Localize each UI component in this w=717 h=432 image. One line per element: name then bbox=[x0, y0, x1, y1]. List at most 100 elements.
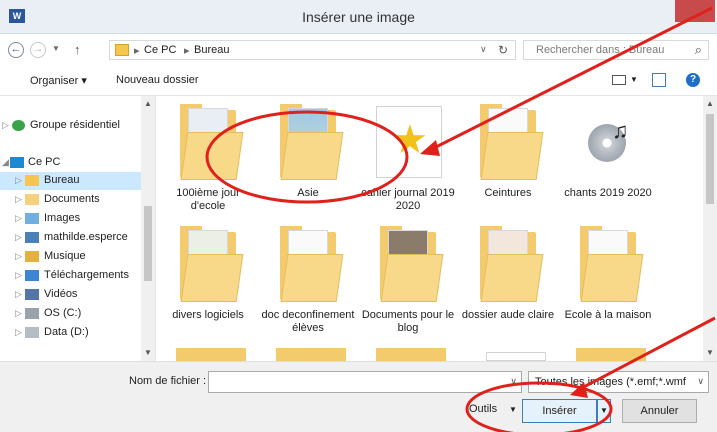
view-options-icon[interactable] bbox=[612, 75, 626, 85]
drive-d-icon bbox=[25, 327, 39, 338]
file-item[interactable]: divers logiciels bbox=[160, 218, 256, 338]
file-caption: dossier aude claire bbox=[461, 309, 555, 321]
folder-icon bbox=[474, 224, 544, 302]
sidebar-item-os-c[interactable]: ▷ OS (C:) bbox=[0, 305, 145, 323]
forward-button[interactable]: → bbox=[30, 42, 46, 58]
window-title: Insérer une image bbox=[302, 9, 415, 25]
filetype-select[interactable]: Toutes les images (*.emf;*.wmf ∨ bbox=[528, 371, 709, 393]
path-dropdown-icon[interactable]: ∨ bbox=[480, 44, 487, 55]
file-item[interactable]: Documents pour le blog bbox=[360, 218, 456, 338]
folder-icon bbox=[115, 44, 129, 56]
help-icon[interactable]: ? bbox=[686, 73, 700, 87]
search-icon: ⌕ bbox=[694, 42, 702, 57]
pictures-folder-icon bbox=[25, 213, 39, 224]
filetype-value: Toutes les images (*.emf;*.wmf bbox=[535, 376, 686, 388]
sidebar-item-mathilde[interactable]: ▷ mathilde.esperce bbox=[0, 229, 145, 247]
file-caption: doc deconfinement élèves bbox=[261, 309, 355, 334]
file-caption: cahier journal 2019 2020 bbox=[361, 187, 455, 212]
insert-dropdown-icon[interactable]: ▼ bbox=[597, 399, 611, 423]
new-folder-button[interactable]: Nouveau dossier bbox=[116, 74, 199, 86]
music-folder-icon bbox=[25, 251, 39, 262]
folder-icon bbox=[174, 102, 244, 180]
file-item[interactable]: ♫ chants 2019 2020 bbox=[560, 96, 656, 216]
folder-icon bbox=[374, 224, 444, 302]
file-caption: 100ième jour d'ecole bbox=[176, 187, 240, 212]
file-item[interactable]: doc deconfinement élèves bbox=[260, 218, 356, 338]
navigation-pane: ▷ Groupe résidentiel ◢ Ce PC ▷ Bureau ▷ … bbox=[0, 96, 156, 361]
expand-icon[interactable]: ▷ bbox=[15, 308, 22, 319]
filename-dropdown-icon[interactable]: ∨ bbox=[510, 376, 517, 387]
sidebar-item-data-d[interactable]: ▷ Data (D:) bbox=[0, 324, 145, 342]
computer-icon bbox=[10, 157, 24, 168]
expand-icon[interactable]: ▷ bbox=[15, 251, 22, 262]
sidebar-item-documents[interactable]: ▷ Documents bbox=[0, 191, 145, 209]
preview-pane-icon[interactable] bbox=[652, 73, 666, 87]
content-scrollbar[interactable]: ▲ ▼ bbox=[703, 96, 717, 361]
expand-icon[interactable]: ▷ bbox=[15, 175, 22, 186]
filetype-dropdown-icon[interactable]: ∨ bbox=[695, 376, 704, 387]
breadcrumb-bureau[interactable]: Bureau bbox=[194, 44, 229, 56]
path-box[interactable]: ▸ Ce PC ▸ Bureau ∨ ↻ bbox=[109, 40, 516, 60]
sidebar-item-groupe-residentiel[interactable]: ▷ Groupe résidentiel bbox=[0, 117, 145, 135]
expand-icon[interactable]: ▷ bbox=[15, 327, 22, 338]
folder-icon bbox=[274, 102, 344, 180]
file-caption: chants 2019 2020 bbox=[564, 187, 652, 199]
back-button[interactable]: ← bbox=[8, 42, 24, 58]
breadcrumb-ce-pc[interactable]: Ce PC bbox=[144, 44, 176, 56]
folder-icon bbox=[176, 348, 246, 361]
content-scroll-thumb[interactable] bbox=[706, 114, 714, 204]
sidebar-item-videos[interactable]: ▷ Vidéos bbox=[0, 286, 145, 304]
expand-icon[interactable]: ▷ bbox=[2, 120, 9, 131]
file-item[interactable]: Ecole à la maison bbox=[560, 218, 656, 338]
expand-icon[interactable]: ▷ bbox=[15, 289, 22, 300]
file-caption: divers logiciels bbox=[172, 309, 244, 321]
file-list: 100ième jour d'ecole Asie ★ cahier journ… bbox=[156, 96, 717, 361]
sidebar-item-musique[interactable]: ▷ Musique bbox=[0, 248, 145, 266]
view-dropdown-icon[interactable]: ▼ bbox=[630, 75, 638, 84]
file-item[interactable]: Asie bbox=[260, 96, 356, 216]
network-share-icon bbox=[25, 232, 39, 243]
tools-button[interactable]: Outils bbox=[469, 403, 497, 415]
up-button[interactable]: ↑ bbox=[74, 42, 81, 57]
file-item[interactable]: ★ cahier journal 2019 2020 bbox=[360, 96, 456, 216]
filename-label: Nom de fichier : bbox=[129, 375, 207, 387]
recent-locations-chevron-icon[interactable]: ▼ bbox=[52, 44, 60, 53]
file-caption: Ceintures bbox=[484, 187, 532, 199]
scroll-down-icon[interactable]: ▼ bbox=[706, 348, 714, 357]
videos-folder-icon bbox=[25, 289, 39, 300]
scroll-up-icon[interactable]: ▲ bbox=[706, 99, 714, 108]
file-caption: Ecole à la maison bbox=[564, 309, 652, 321]
organize-button[interactable]: Organiser ▾ bbox=[30, 74, 87, 87]
sidebar-item-ce-pc[interactable]: ◢ Ce PC bbox=[0, 154, 145, 172]
filename-input[interactable]: ∨ bbox=[208, 371, 522, 393]
tools-dropdown-icon[interactable]: ▼ bbox=[509, 405, 517, 414]
sidebar-scroll-thumb[interactable] bbox=[144, 206, 152, 281]
star-file-icon: ★ bbox=[374, 102, 444, 180]
refresh-icon[interactable]: ↻ bbox=[498, 43, 508, 57]
file-item[interactable]: dossier aude claire bbox=[460, 218, 556, 338]
folder-icon bbox=[276, 348, 346, 361]
file-item[interactable]: 100ième jour d'ecole bbox=[160, 96, 256, 216]
file-caption: Asie bbox=[297, 187, 319, 199]
expand-icon[interactable]: ▷ bbox=[15, 213, 22, 224]
scroll-up-icon[interactable]: ▲ bbox=[144, 99, 152, 108]
insert-button[interactable]: Insérer bbox=[522, 399, 597, 423]
collapse-icon[interactable]: ◢ bbox=[2, 157, 9, 168]
cancel-button[interactable]: Annuler bbox=[622, 399, 697, 423]
music-cd-icon: ♫ bbox=[574, 102, 644, 180]
scroll-down-icon[interactable]: ▼ bbox=[144, 348, 152, 357]
documents-folder-icon bbox=[25, 194, 39, 205]
search-field[interactable]: Rechercher dans : Bureau ⌕ bbox=[523, 40, 709, 60]
sidebar-scrollbar[interactable]: ▲ ▼ bbox=[141, 96, 155, 361]
sidebar-item-telechargements[interactable]: ▷ Téléchargements bbox=[0, 267, 145, 285]
expand-icon[interactable]: ▷ bbox=[15, 232, 22, 243]
folder-icon bbox=[274, 224, 344, 302]
sidebar-item-bureau[interactable]: ▷ Bureau bbox=[0, 172, 145, 190]
sidebar-item-images[interactable]: ▷ Images bbox=[0, 210, 145, 228]
expand-icon[interactable]: ▷ bbox=[15, 194, 22, 205]
expand-icon[interactable]: ▷ bbox=[15, 270, 22, 281]
homegroup-icon bbox=[12, 120, 25, 131]
close-button[interactable] bbox=[675, 0, 715, 22]
folder-icon bbox=[376, 348, 446, 361]
file-item[interactable]: Ceintures bbox=[460, 96, 556, 216]
